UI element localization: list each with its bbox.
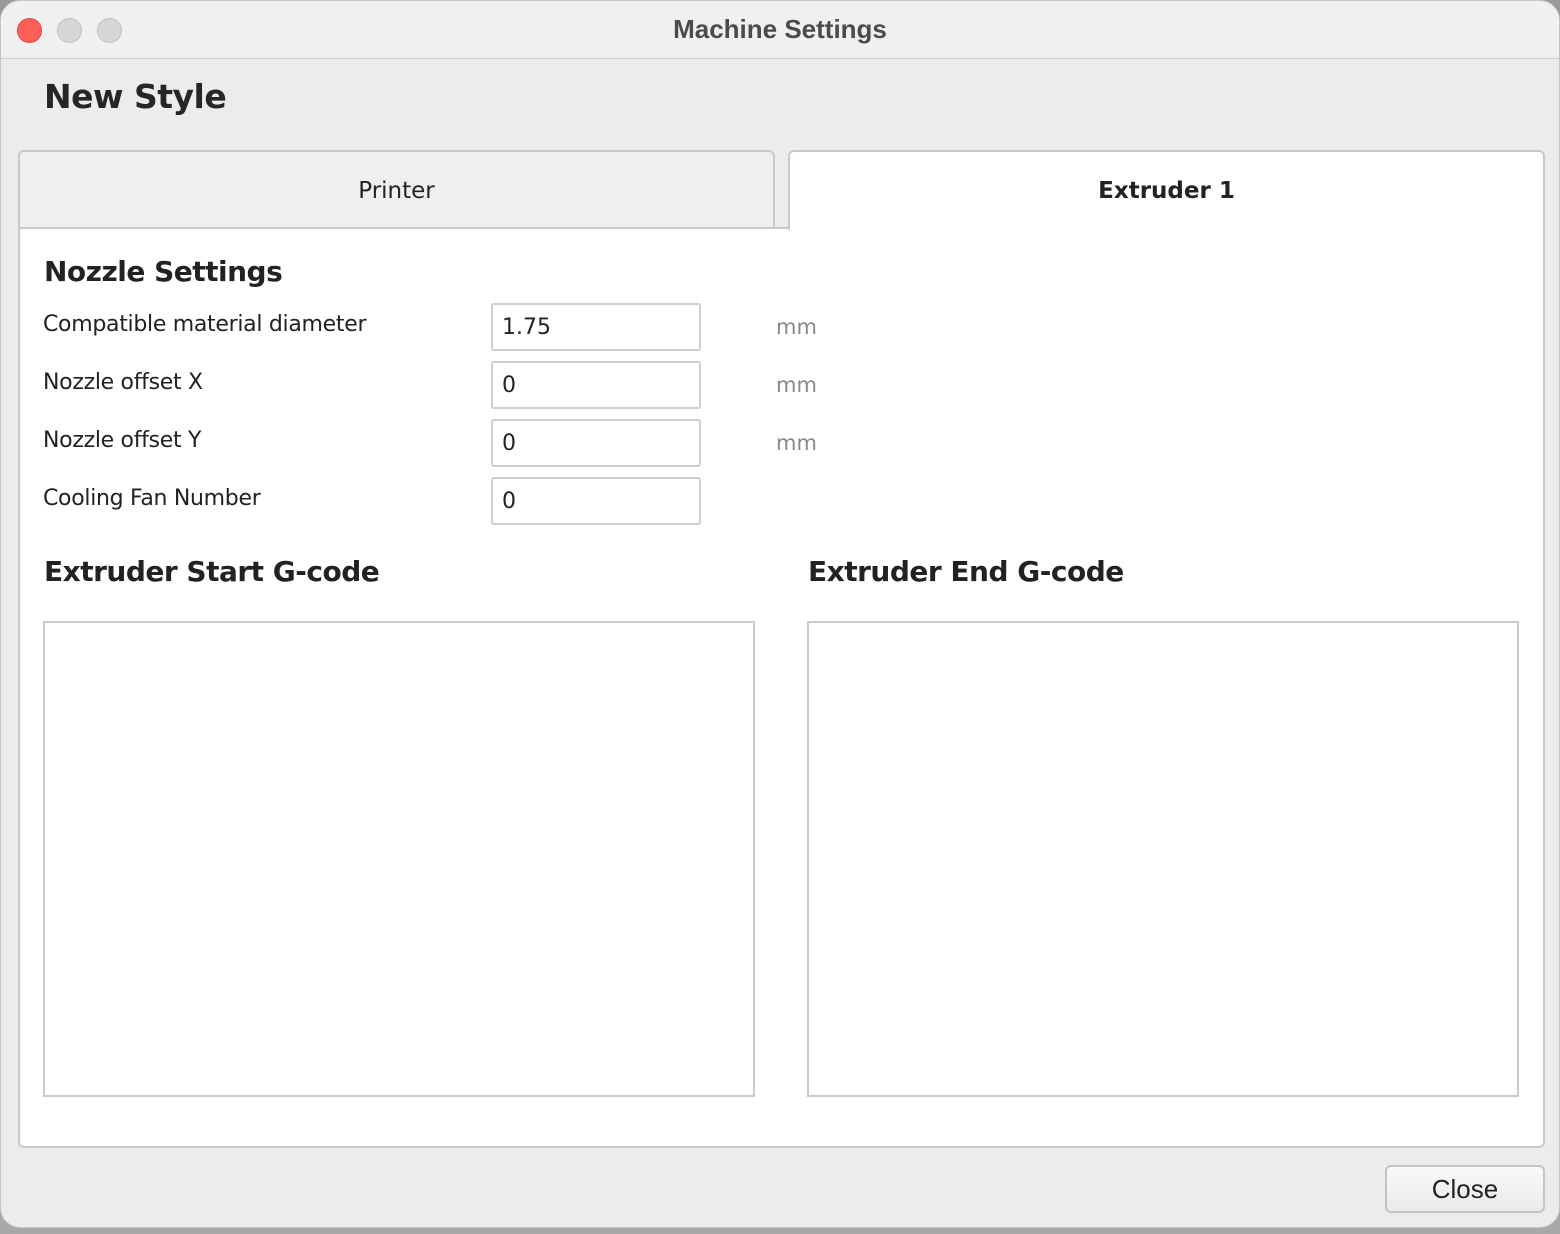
extruder-end-gcode-editor[interactable] [807, 621, 1519, 1097]
extruder-end-gcode-heading: Extruder End G-code [808, 555, 1124, 588]
nozzle-offset-y-input[interactable] [502, 430, 776, 456]
nozzle-offset-x-field[interactable]: mm [491, 361, 817, 409]
title-bar: Machine Settings [1, 1, 1559, 59]
extruder-start-gcode-heading: Extruder Start G-code [44, 555, 380, 588]
nozzle-offset-x-input[interactable] [502, 372, 776, 398]
material-diameter-field[interactable]: mm [491, 303, 817, 351]
nozzle-offset-y-field[interactable]: mm [491, 419, 817, 467]
tab-extruder-1[interactable]: Extruder 1 [788, 150, 1545, 230]
nozzle-offset-y-unit: mm [776, 431, 817, 455]
tab-printer-label: Printer [358, 177, 435, 204]
nozzle-offset-y-label: Nozzle offset Y [43, 428, 202, 453]
cooling-fan-number-label: Cooling Fan Number [43, 486, 261, 511]
material-diameter-unit: mm [776, 315, 817, 339]
tab-extruder-1-label: Extruder 1 [1098, 178, 1235, 204]
material-diameter-input[interactable] [502, 314, 776, 340]
close-button-label: Close [1431, 1173, 1499, 1204]
extruder-start-gcode-editor[interactable] [43, 621, 755, 1097]
machine-settings-dialog: Machine Settings New Style Printer Extru… [0, 0, 1560, 1228]
material-diameter-label: Compatible material diameter [43, 312, 367, 337]
tab-divider [18, 227, 789, 229]
tab-printer[interactable]: Printer [18, 150, 775, 229]
nozzle-offset-x-label: Nozzle offset X [43, 370, 203, 395]
cooling-fan-number-input[interactable] [502, 488, 776, 514]
machine-name-heading: New Style [44, 77, 227, 116]
window-title: Machine Settings [673, 14, 887, 44]
nozzle-offset-x-unit: mm [776, 373, 817, 397]
nozzle-settings-heading: Nozzle Settings [44, 255, 283, 288]
cooling-fan-number-field[interactable] [491, 477, 776, 525]
close-button[interactable]: Close [1385, 1165, 1545, 1213]
